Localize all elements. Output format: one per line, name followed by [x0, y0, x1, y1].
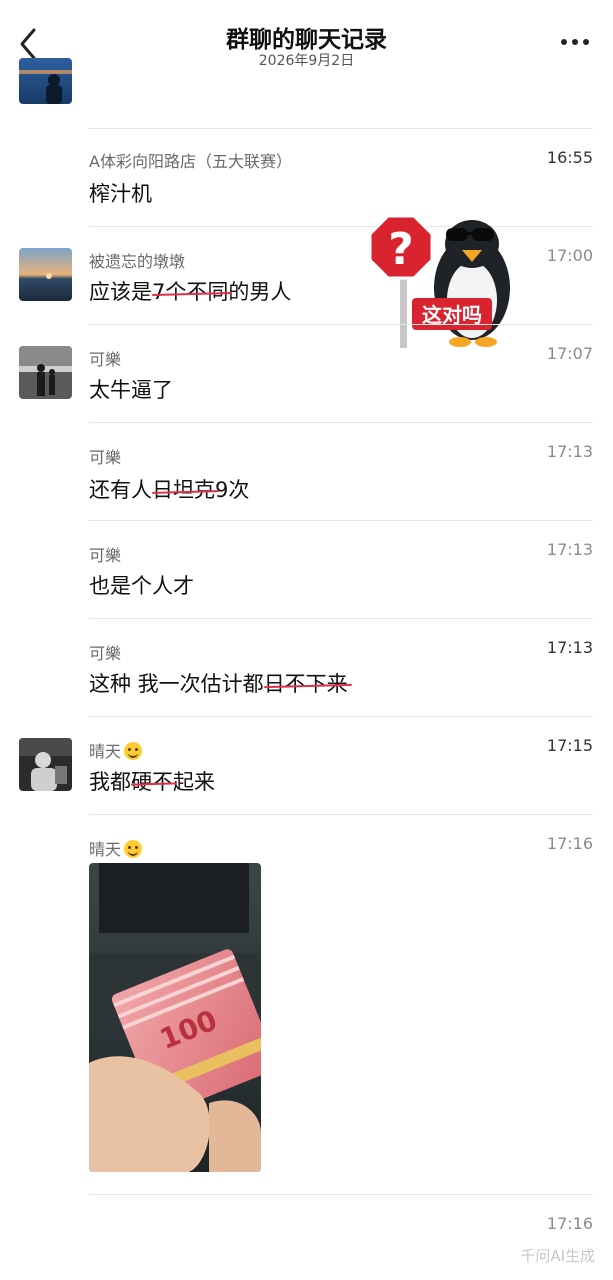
message-time: 16:55 [546, 148, 593, 167]
message-text: 这种 我一次估计都日不下来 [89, 672, 348, 696]
message-item: 可樂 17:13 还有人日坦克9次 [0, 422, 613, 520]
message-text: 应该是7个不同的男人 [89, 280, 292, 304]
message-time: 17:16 [546, 834, 593, 853]
smile-emoji-icon [124, 742, 143, 760]
divider [89, 1194, 593, 1195]
message-text: 榨汁机 [89, 182, 152, 206]
message-item: 可樂 17:13 也是个人才 [0, 520, 613, 618]
sender-name: 晴天 [89, 836, 143, 860]
message-time: 17:07 [546, 344, 593, 363]
sender-name: 可樂 [89, 644, 122, 663]
smile-emoji-icon [124, 840, 143, 858]
message-item: 被遗忘的墩墩 17:00 应该是7个不同的男人 [0, 226, 613, 324]
message-item: A体彩向阳路店（五大联赛） 16:55 榨汁机 [0, 128, 613, 226]
message-time: 17:15 [546, 736, 593, 755]
message-text: 也是个人才 [89, 574, 194, 598]
sender-name: 可樂 [89, 448, 122, 467]
more-options-icon[interactable] [557, 30, 593, 54]
svg-text:?: ? [388, 224, 414, 275]
message-time: 17:13 [546, 638, 593, 657]
message-item: 晴天 17:15 我都硬不起来 [0, 716, 613, 814]
struck-text: 7个不同 [152, 280, 229, 304]
avatar[interactable] [19, 58, 72, 104]
chat-date: 2026年9月2日 [258, 53, 355, 69]
page-title: 群聊的聊天记录 [226, 27, 387, 53]
message-text: 我都硬不起来 [89, 770, 215, 794]
avatar[interactable] [19, 738, 72, 791]
sender-name: 可樂 [89, 350, 122, 369]
sender-name: A体彩向阳路店（五大联赛） [89, 152, 292, 171]
sender-name: 晴天 [89, 738, 143, 762]
message-text: 太牛逼了 [89, 378, 173, 402]
message-time: 17:13 [546, 540, 593, 559]
struck-text: 日不下来 [263, 672, 348, 696]
sender-name: 可樂 [89, 546, 122, 565]
message-time: 17:00 [546, 246, 593, 265]
struck-text: 硬不 [131, 770, 173, 794]
watermark-text: 千问AI生成 [520, 1247, 595, 1265]
message-item: 可樂 17:13 这种 我一次估计都日不下来 [0, 618, 613, 716]
photo-message[interactable]: 100 [89, 863, 261, 1172]
message-text: 还有人日坦克9次 [89, 478, 250, 502]
sender-name: 被遗忘的墩墩 [89, 252, 186, 271]
message-time: 17:13 [546, 442, 593, 461]
message-item: 可樂 17:07 太牛逼了 [0, 324, 613, 422]
avatar[interactable] [19, 248, 72, 301]
chat-header: 群聊的聊天记录 2026年9月2日 [0, 0, 613, 76]
message-time: 17:16 [546, 1214, 593, 1233]
struck-text: 日坦克 [152, 478, 215, 502]
message-item: 晴天 17:16 100 [0, 814, 613, 1194]
avatar[interactable] [19, 346, 72, 399]
